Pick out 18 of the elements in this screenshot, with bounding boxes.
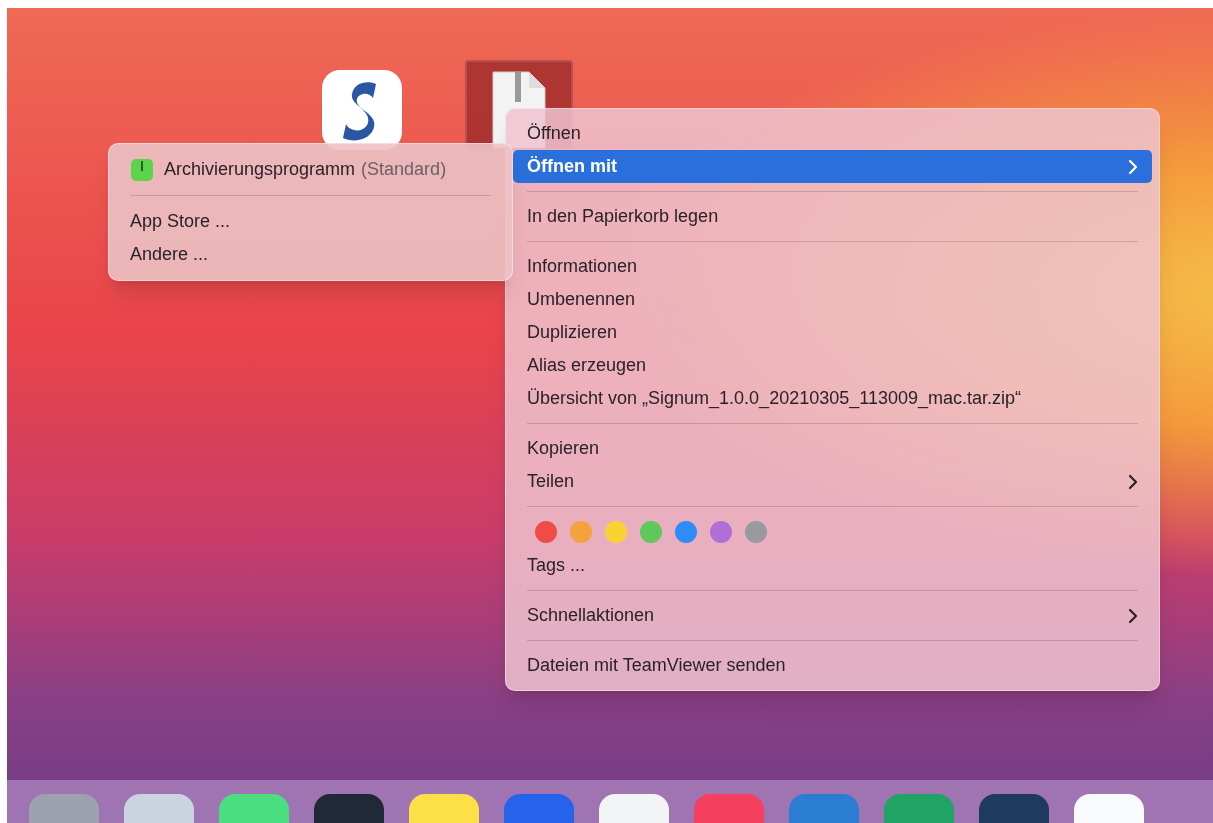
menu-item[interactable]: Informationen [513, 250, 1152, 283]
menu-item[interactable]: Dateien mit TeamViewer senden [513, 649, 1152, 682]
menu-item[interactable]: App Store ... [130, 208, 231, 235]
menu-item[interactable]: Tags ... [513, 549, 1152, 582]
menu-item[interactable]: Schnellaktionen [513, 599, 1152, 632]
menu-item[interactable]: Andere ... [130, 241, 209, 268]
menu-item[interactable]: Teilen [513, 465, 1152, 498]
menu-item[interactable]: Kopieren [513, 432, 1152, 465]
menu-item[interactable]: Alias erzeugen [513, 349, 1152, 382]
menu-item[interactable]: Umbenennen [513, 283, 1152, 316]
menu-item[interactable]: Archivierungsprogramm [164, 156, 356, 183]
menu-item[interactable]: In den Papierkorb legen [513, 200, 1152, 233]
default-label: (Standard) [361, 158, 447, 181]
menu-item[interactable]: Öffnen mit [513, 150, 1152, 183]
archive-app-icon [130, 157, 154, 182]
menu-item[interactable]: Übersicht von „Signum_1.0.0_20210305_113009_mac.tar.zip“ [513, 382, 1152, 415]
menu-item[interactable]: Öffnen [513, 117, 1152, 150]
menu-item[interactable]: Duplizieren [513, 316, 1152, 349]
